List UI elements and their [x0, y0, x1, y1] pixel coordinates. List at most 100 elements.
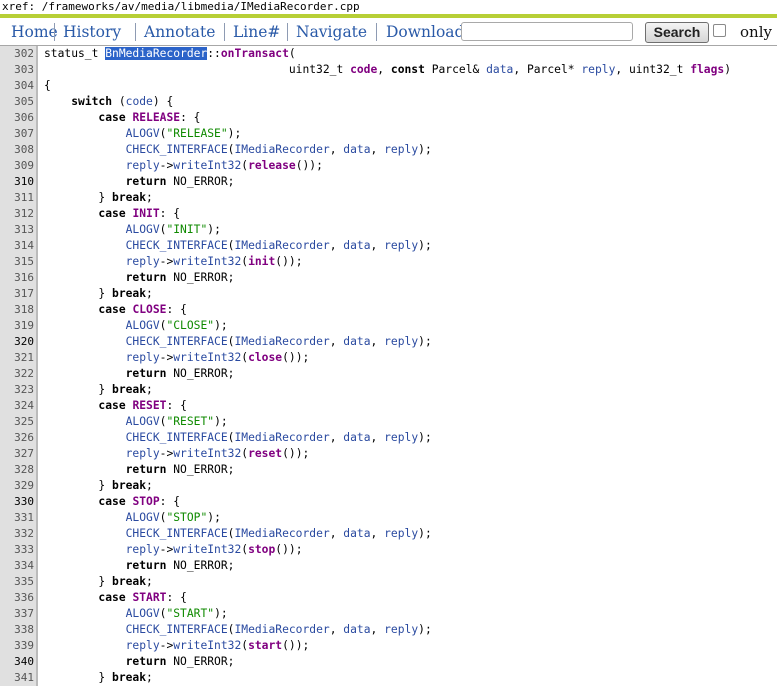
line-number[interactable]: 304 [0, 78, 36, 94]
line-number[interactable]: 313 [0, 222, 36, 238]
line-number[interactable]: 315 [0, 254, 36, 270]
code-token[interactable]: reset [248, 447, 282, 460]
code-token[interactable]: writeInt32 [173, 639, 241, 652]
code-token[interactable]: reply [384, 143, 418, 156]
code-token[interactable]: reply [126, 543, 160, 556]
nav-home-link[interactable]: Home [11, 22, 58, 42]
line-number[interactable]: 306 [0, 110, 36, 126]
line-number[interactable]: 314 [0, 238, 36, 254]
code-token[interactable]: CHECK_INTERFACE [126, 431, 228, 444]
code-token[interactable]: writeInt32 [173, 447, 241, 460]
code-token[interactable]: reply [384, 527, 418, 540]
code-token[interactable]: CHECK_INTERFACE [126, 239, 228, 252]
code-token[interactable]: code [126, 95, 153, 108]
code-token[interactable]: STOP [132, 495, 159, 508]
code-token[interactable]: ALOGV [126, 511, 160, 524]
code-token[interactable]: reply [384, 431, 418, 444]
line-number[interactable]: 302 [0, 46, 36, 62]
code-token[interactable]: stop [248, 543, 275, 556]
code-token[interactable]: INIT [132, 207, 159, 220]
line-number[interactable]: 319 [0, 318, 36, 334]
line-number[interactable]: 333 [0, 542, 36, 558]
line-number[interactable]: 334 [0, 558, 36, 574]
code-token[interactable]: reply [126, 255, 160, 268]
line-number[interactable]: 323 [0, 382, 36, 398]
code-token[interactable]: IMediaRecorder [234, 239, 329, 252]
line-number[interactable]: 317 [0, 286, 36, 302]
code-token[interactable]: writeInt32 [173, 351, 241, 364]
code-token[interactable]: writeInt32 [173, 255, 241, 268]
line-number[interactable]: 326 [0, 430, 36, 446]
code-token[interactable]: writeInt32 [173, 543, 241, 556]
line-number[interactable]: 303 [0, 62, 36, 78]
line-number[interactable]: 332 [0, 526, 36, 542]
line-number[interactable]: 325 [0, 414, 36, 430]
code-token[interactable]: RELEASE [132, 111, 180, 124]
code-token[interactable]: start [248, 639, 282, 652]
line-number[interactable]: 331 [0, 510, 36, 526]
line-number[interactable]: 338 [0, 622, 36, 638]
line-number[interactable]: 341 [0, 670, 36, 686]
code-token[interactable]: CHECK_INTERFACE [126, 527, 228, 540]
code-token[interactable]: CHECK_INTERFACE [126, 143, 228, 156]
code-token[interactable]: reply [126, 447, 160, 460]
nav-line-link[interactable]: Line# [233, 22, 280, 42]
nav-download-link[interactable]: Download [386, 22, 464, 42]
line-number[interactable]: 320 [0, 334, 36, 350]
code-token[interactable]: data [343, 527, 370, 540]
code-token[interactable]: reply [581, 63, 615, 76]
code-token[interactable]: ALOGV [126, 223, 160, 236]
code-token[interactable]: reply [384, 335, 418, 348]
search-button[interactable]: Search [645, 22, 709, 43]
line-number[interactable]: 322 [0, 366, 36, 382]
line-number[interactable]: 327 [0, 446, 36, 462]
code-token[interactable]: data [343, 623, 370, 636]
only-checkbox[interactable] [713, 24, 726, 37]
line-number[interactable]: 330 [0, 494, 36, 510]
line-number[interactable]: 337 [0, 606, 36, 622]
line-number[interactable]: 336 [0, 590, 36, 606]
line-number[interactable]: 307 [0, 126, 36, 142]
code-token[interactable]: CLOSE [132, 303, 166, 316]
line-number[interactable]: 310 [0, 174, 36, 190]
search-input[interactable] [461, 22, 633, 41]
code-token[interactable]: data [343, 335, 370, 348]
nav-history-link[interactable]: History [63, 22, 121, 42]
code-token[interactable]: data [343, 239, 370, 252]
line-number[interactable]: 321 [0, 350, 36, 366]
code-token[interactable]: START [132, 591, 166, 604]
code-token[interactable]: reply [384, 623, 418, 636]
line-number[interactable]: 340 [0, 654, 36, 670]
code-token[interactable]: IMediaRecorder [234, 431, 329, 444]
code-token[interactable]: reply [384, 239, 418, 252]
line-number[interactable]: 318 [0, 302, 36, 318]
line-number[interactable]: 335 [0, 574, 36, 590]
code-token[interactable]: ALOGV [126, 319, 160, 332]
code-token[interactable]: code [350, 63, 377, 76]
code-token[interactable]: close [248, 351, 282, 364]
code-token[interactable]: CHECK_INTERFACE [126, 335, 228, 348]
code-token[interactable]: CHECK_INTERFACE [126, 623, 228, 636]
line-number[interactable]: 308 [0, 142, 36, 158]
code-token[interactable]: onTransact [221, 47, 289, 60]
line-number[interactable]: 316 [0, 270, 36, 286]
line-number[interactable]: 339 [0, 638, 36, 654]
code-token[interactable]: IMediaRecorder [234, 143, 329, 156]
code-token[interactable]: ALOGV [126, 607, 160, 620]
code-token[interactable]: reply [126, 351, 160, 364]
code-token[interactable]: reply [126, 639, 160, 652]
code-token[interactable]: RESET [132, 399, 166, 412]
line-number[interactable]: 309 [0, 158, 36, 174]
code-token[interactable]: data [486, 63, 513, 76]
code-token[interactable]: data [343, 431, 370, 444]
code-token[interactable]: IMediaRecorder [234, 527, 329, 540]
line-number[interactable]: 305 [0, 94, 36, 110]
line-number[interactable]: 328 [0, 462, 36, 478]
code-token[interactable]: reply [126, 159, 160, 172]
line-number[interactable]: 311 [0, 190, 36, 206]
line-number[interactable]: 312 [0, 206, 36, 222]
nav-navigate-link[interactable]: Navigate [296, 22, 367, 42]
nav-annotate-link[interactable]: Annotate [144, 22, 215, 42]
highlighted-symbol[interactable]: BnMediaRecorder [105, 47, 208, 60]
code-token[interactable]: init [248, 255, 275, 268]
